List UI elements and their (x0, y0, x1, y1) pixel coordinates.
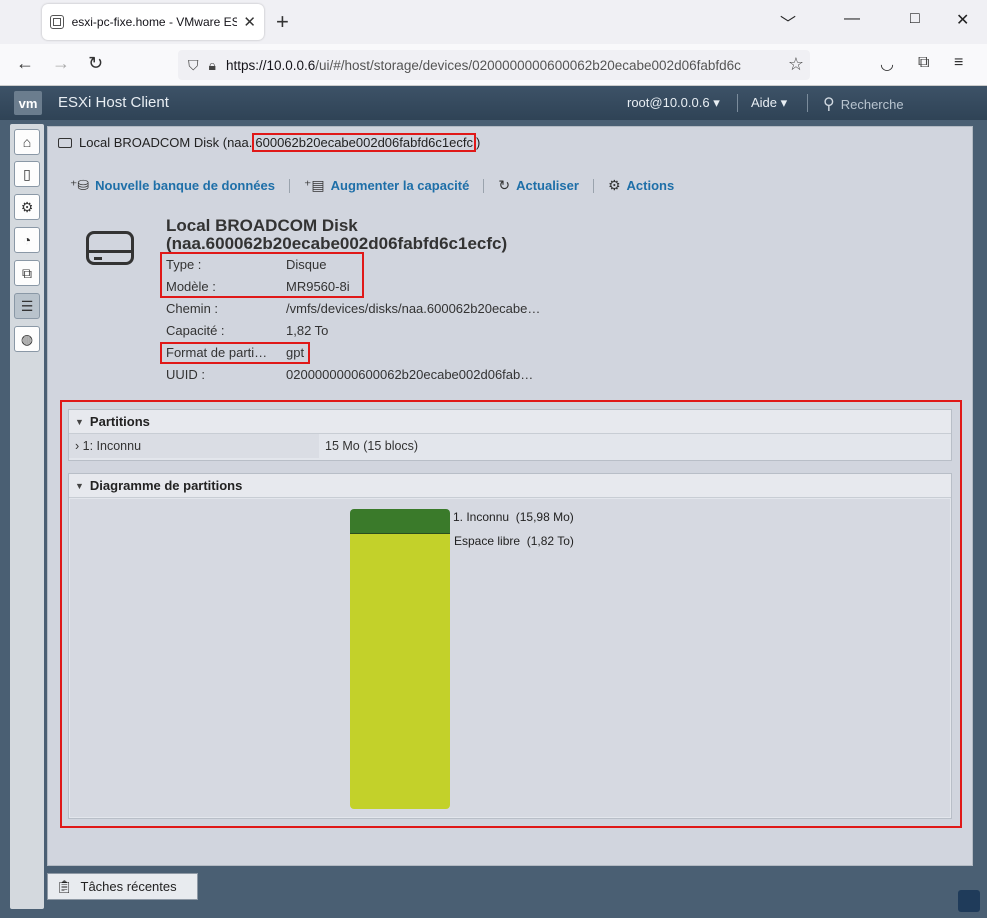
forward-arrow-icon[interactable]: → (52, 53, 70, 74)
help-menu[interactable]: Aide ▾ (751, 95, 787, 111)
user-menu[interactable]: root@10.0.0.6 ▾ (627, 95, 720, 111)
breadcrumb-suffix: ) (475, 135, 481, 150)
maximize-window-button[interactable]: □ (910, 10, 920, 28)
new-datastore-button[interactable]: ⁺⛁ Nouvelle banque de données (70, 177, 275, 194)
toolbar-divider (592, 178, 594, 193)
url-text[interactable]: https://10.0.0.6/ui/#/host/storage/devic… (226, 58, 756, 73)
disk-title-id: (naa.600062b20ecabe002d06fabfd6c1ecfc) (166, 234, 508, 253)
recent-tasks-label: Tâches récentes (80, 879, 177, 894)
highlight-box-partitions (60, 400, 962, 828)
tab-list-chevron-icon[interactable]: ﹀ (780, 10, 796, 34)
menu-icon[interactable]: ≡ (954, 54, 963, 72)
browser-tab-bar: esxi-pc-fixe.home - VMware ESXi ✕ + ﹀ — … (0, 0, 987, 44)
breadcrumb-device-id: 600062b20ecabe002d06fabfd6c1ecfc (252, 133, 476, 152)
shield-icon[interactable]: ⛉ (188, 57, 199, 74)
search-box[interactable]: ⚲ Recherche (823, 94, 904, 114)
disk-title-name: Local BROADCOM Disk (166, 216, 358, 235)
manage-gear-icon[interactable]: ⚙ (14, 194, 40, 220)
tab-close-icon[interactable]: ✕ (243, 13, 256, 31)
url-host: https://10.0.0.6 (225, 57, 316, 73)
pocket-icon[interactable]: ◡ (880, 54, 894, 74)
esxi-header: vm ESXi Host Client root@10.0.0.6 ▾ Aide… (0, 86, 987, 120)
actions-gear-icon: ⚙ (607, 177, 621, 193)
app-title: ESXi Host Client (58, 94, 169, 111)
increase-capacity-button[interactable]: ⁺▤ Augmenter la capacité (304, 177, 469, 194)
toolbar: ⁺⛁ Nouvelle banque de données ⁺▤ Augment… (70, 177, 674, 194)
property-value: 1,82 To (286, 323, 329, 338)
highlight-box-type-model (160, 252, 364, 298)
host-icon[interactable]: ▯ (14, 161, 40, 187)
networking-icon[interactable]: ◍ (14, 326, 40, 352)
property-key: UUID : (166, 367, 205, 382)
new-datastore-label: Nouvelle banque de données (95, 178, 275, 193)
reload-icon[interactable]: ↻ (88, 53, 103, 74)
search-icon: ⚲ (823, 96, 835, 113)
breadcrumb-prefix: Local BROADCOM Disk (naa. (79, 135, 253, 150)
refresh-label: Actualiser (516, 178, 579, 193)
extensions-icon[interactable]: ⧉ (918, 54, 929, 72)
property-key: Capacité : (166, 323, 225, 338)
tab-title: esxi-pc-fixe.home - VMware ESXi (71, 15, 238, 29)
vmware-favicon-icon (50, 15, 64, 29)
lock-icon[interactable]: 🔒︎ (209, 57, 216, 74)
browser-tab[interactable]: esxi-pc-fixe.home - VMware ESXi ✕ (42, 4, 264, 40)
search-placeholder: Recherche (840, 96, 904, 112)
disk-title: Local BROADCOM Disk (naa.600062b20ecabe0… (166, 217, 507, 253)
actions-button[interactable]: ⚙ Actions (608, 177, 674, 194)
refresh-icon: ↻ (498, 177, 511, 193)
home-icon[interactable]: ⌂ (14, 129, 40, 155)
storage-icon[interactable]: ☰ (14, 293, 40, 319)
recent-tasks-button[interactable]: 📋︎ Tâches récentes (47, 873, 198, 900)
toolbar-divider (483, 178, 485, 193)
increase-capacity-label: Augmenter la capacité (330, 178, 470, 193)
vmware-logo[interactable]: vm (14, 91, 42, 115)
disk-icon (58, 137, 72, 148)
back-arrow-icon[interactable]: ← (16, 53, 34, 74)
increase-capacity-icon: ⁺▤ (304, 177, 325, 193)
close-window-button[interactable]: ✕ (956, 10, 969, 30)
property-key: Chemin : (166, 301, 219, 316)
header-divider (807, 94, 808, 112)
watermark-icon (958, 890, 980, 912)
virtual-machines-icon[interactable]: ⧉ (14, 260, 40, 286)
monitor-gauge-icon[interactable]: ◔ (14, 227, 40, 253)
minimize-window-button[interactable]: — (844, 10, 860, 28)
browser-nav-bar: ← → ↻ ⛉ 🔒︎ https://10.0.0.6/ui/#/host/st… (0, 44, 987, 86)
disk-large-icon (86, 231, 134, 265)
actions-label: Actions (626, 178, 675, 193)
new-tab-button[interactable]: + (276, 9, 289, 35)
property-value: /vmfs/devices/disks/naa.600062b20ecabe… (286, 301, 541, 316)
side-navigator: ⌂ ▯ ⚙ ◔ ⧉ ☰ ◍ (10, 124, 44, 909)
property-value: 0200000000600062b20ecabe002d06fab… (286, 367, 534, 382)
clipboard-icon: 📋︎ (56, 878, 73, 894)
bookmark-star-icon[interactable]: ☆ (788, 54, 804, 75)
url-path: /ui/#/host/storage/devices/0200000000600… (315, 57, 741, 73)
highlight-box-format (160, 342, 310, 364)
new-datastore-icon: ⁺⛁ (70, 177, 90, 193)
header-divider (737, 94, 738, 112)
breadcrumb: Local BROADCOM Disk (naa. 600062b20ecabe0… (58, 133, 480, 152)
toolbar-divider (289, 178, 290, 193)
refresh-button[interactable]: ↻ Actualiser (498, 177, 579, 194)
url-bar[interactable]: ⛉ 🔒︎ https://10.0.0.6/ui/#/host/storage/… (178, 50, 810, 80)
